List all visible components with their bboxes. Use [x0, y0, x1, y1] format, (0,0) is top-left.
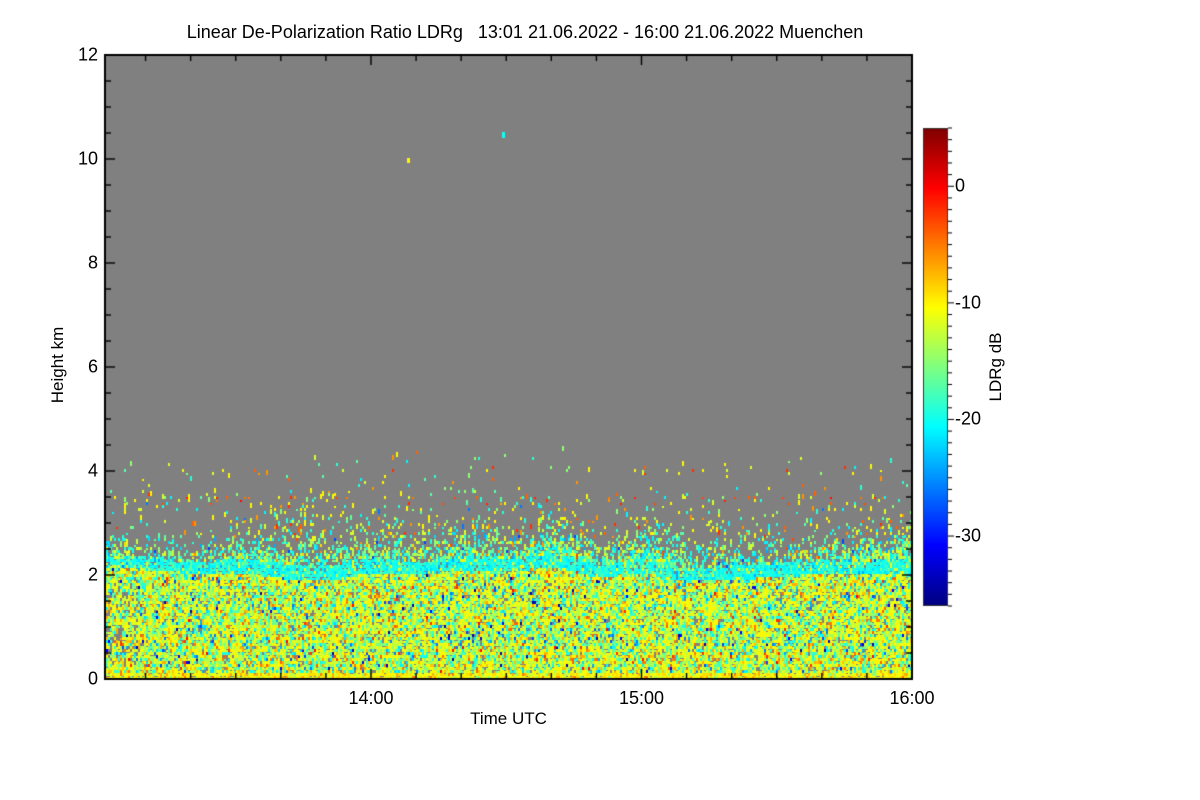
heatmap-canvas [0, 0, 1200, 800]
y-tick-label: 0 [87, 668, 98, 689]
colorbar-tick-label: 0 [955, 175, 966, 196]
y-tick-label: 12 [77, 44, 98, 65]
x-axis-label: Time UTC [470, 709, 547, 728]
x-tick-label: 15:00 [618, 688, 665, 708]
ldr-time-height-chart: Linear De-Polarization Ratio LDRg 13:01 … [0, 0, 1200, 800]
y-tick-label: 4 [87, 460, 98, 481]
colorbar-tick-label: -10 [955, 292, 982, 313]
colorbar-tick-label: -30 [955, 525, 982, 546]
y-tick-label: 8 [87, 252, 98, 273]
x-tick-label: 14:00 [348, 688, 394, 708]
y-tick-label: 6 [87, 356, 98, 377]
y-tick-label: 2 [87, 564, 98, 585]
chart-title: Linear De-Polarization Ratio LDRg 13:01 … [186, 22, 864, 42]
colorbar-label: LDRg dB [986, 332, 1005, 402]
x-tick-label: 16:00 [889, 688, 935, 708]
y-tick-label: 10 [77, 148, 98, 169]
colorbar-tick-label: -20 [955, 408, 982, 429]
